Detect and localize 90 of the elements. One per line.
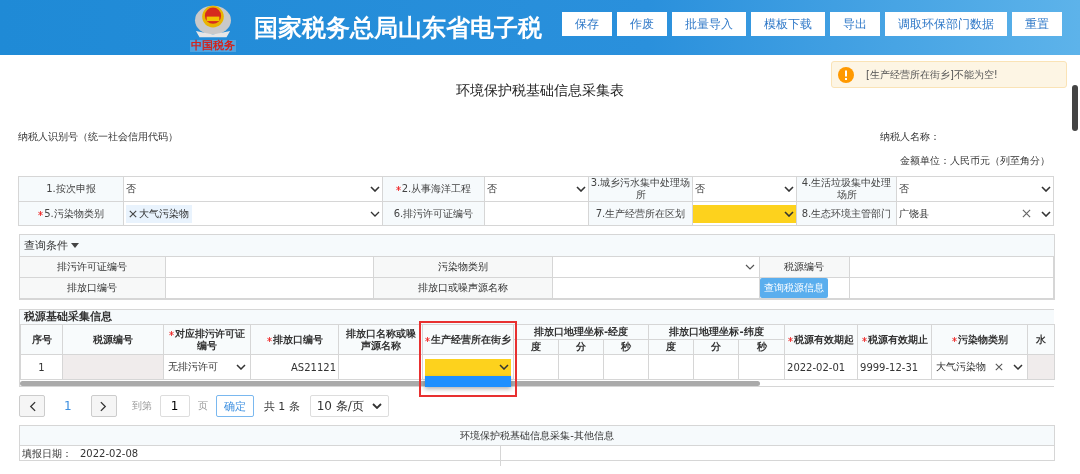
table-cell	[558, 354, 604, 380]
field-label: 6.排污许可证编号	[382, 201, 485, 226]
scrollbar[interactable]	[1072, 85, 1078, 131]
chevron-down-icon	[744, 264, 755, 270]
site-title: 国家税务总局山东省电子税	[254, 12, 543, 44]
table-cell: 1	[20, 354, 63, 380]
chevron-down-icon	[370, 210, 380, 217]
table-cell: 9999-12-31	[857, 354, 932, 380]
toolbar-button[interactable]: 导出	[830, 12, 880, 36]
column-header: 税源编号	[62, 324, 164, 355]
column-header: 对应排污许可证编号	[163, 324, 251, 355]
taxpayer-name-label: 纳税人名称：	[880, 130, 940, 144]
logo-caption: 中国税务	[190, 39, 236, 52]
column-header: 排放口名称或噪声源名称	[338, 324, 423, 355]
input-field[interactable]	[165, 257, 374, 278]
query-label: 排放口编号	[20, 277, 166, 299]
chevron-down-icon	[576, 186, 586, 192]
select-field[interactable]	[425, 358, 511, 376]
clear-icon[interactable]	[1022, 209, 1031, 218]
column-header: 税源有效期止	[857, 324, 932, 355]
table-cell	[738, 354, 785, 380]
column-header: 排放口地理坐标-经度	[513, 324, 649, 340]
next-page-button[interactable]	[90, 395, 117, 417]
column-header: 水	[1027, 324, 1055, 355]
field-label: 7.生产经营所在区划	[588, 201, 693, 226]
table-cell	[603, 354, 649, 380]
confirm-button[interactable]: 确定	[215, 395, 254, 417]
query-header[interactable]: 查询条件	[20, 235, 1054, 257]
column-header: 排放口编号	[250, 324, 339, 355]
chevron-down-icon	[1041, 210, 1051, 217]
page-label: 页	[197, 399, 208, 413]
toolbar-button[interactable]: 保存	[562, 12, 612, 36]
query-label: 污染物类别	[373, 257, 553, 278]
select-field[interactable]	[693, 204, 796, 223]
query-toggle[interactable]: 查询条件	[24, 238, 68, 253]
field-label: 8.生态环境主管部门	[796, 201, 897, 226]
date-label: 填报日期：	[22, 448, 72, 460]
chevron-down-icon	[371, 403, 382, 409]
previous-page-button[interactable]	[19, 395, 45, 417]
chevron-down-icon	[1041, 186, 1051, 192]
chevron-down-icon	[236, 364, 246, 370]
clear-icon[interactable]	[995, 363, 1004, 371]
toolbar-button[interactable]: 作废	[617, 12, 667, 36]
remove-icon[interactable]	[129, 209, 137, 218]
field-label: 1.按次申报	[18, 176, 124, 202]
chevron-down-icon	[1013, 364, 1024, 370]
table-cell: AS21121	[250, 354, 339, 380]
taxpayer-id-label: 纳税人识别号（统一社会信用代码）	[18, 130, 178, 144]
unit-note: 金额单位：人民币元（列至角分）	[900, 155, 1050, 166]
chevron-down-icon	[784, 210, 794, 217]
query-label: 税源编号	[759, 257, 850, 278]
input-field[interactable]	[165, 277, 374, 299]
column-header: 污染物类别	[931, 324, 1028, 355]
column-header: 排放口地理坐标-纬度	[648, 324, 785, 340]
toolbar-button[interactable]: 调取环保部门数据	[885, 12, 1007, 36]
toolbar-button[interactable]: 重置	[1012, 12, 1062, 36]
goto-label: 到第	[131, 399, 152, 413]
warning-text: [生产经营所在街乡]不能为空!	[866, 67, 998, 82]
chevron-down-icon	[370, 186, 380, 192]
table-cell: 2022-02-01	[784, 354, 858, 380]
chevron-down-icon	[784, 186, 794, 192]
selected-tag[interactable]: 大气污染物	[126, 204, 192, 223]
scrollbar[interactable]	[20, 381, 760, 386]
query-label: 排污许可证编号	[20, 257, 166, 278]
toolbar-button[interactable]: 批量导入	[672, 12, 746, 36]
total-count: 共 1 条	[263, 398, 300, 414]
column-header: 税源有效期起	[784, 324, 858, 355]
chevron-down-icon	[499, 364, 509, 370]
date-value: 2022-02-08	[80, 448, 139, 460]
field-label: 4.生活垃圾集中处理场所	[796, 176, 897, 202]
input-field[interactable]	[849, 257, 1054, 278]
input-field[interactable]	[552, 277, 760, 299]
table-cell	[693, 354, 739, 380]
section-title: 税源基础采集信息	[20, 310, 1054, 324]
form-title: 环境保护税基础信息采集表	[456, 82, 624, 98]
field-label: 3.城乡污水集中处理场所	[588, 176, 693, 202]
page-input[interactable]: 1	[159, 395, 190, 417]
page-size-select[interactable]: 10 条/页	[309, 395, 389, 417]
warning-icon	[838, 66, 854, 83]
chevron-right-icon	[100, 400, 108, 412]
field-label: 5.污染物类别	[18, 201, 124, 226]
toolbar-button[interactable]: 模板下载	[751, 12, 825, 36]
table-cell	[648, 354, 694, 380]
input-field[interactable]	[484, 201, 589, 226]
dropdown-option[interactable]	[425, 376, 511, 387]
chevron-left-icon	[28, 400, 36, 412]
panel-title: 环境保护税基础信息采集-其他信息	[20, 426, 1054, 446]
input-field[interactable]	[849, 277, 1054, 299]
column-header: 序号	[20, 324, 63, 355]
field-label: 2.从事海洋工程	[382, 176, 485, 202]
